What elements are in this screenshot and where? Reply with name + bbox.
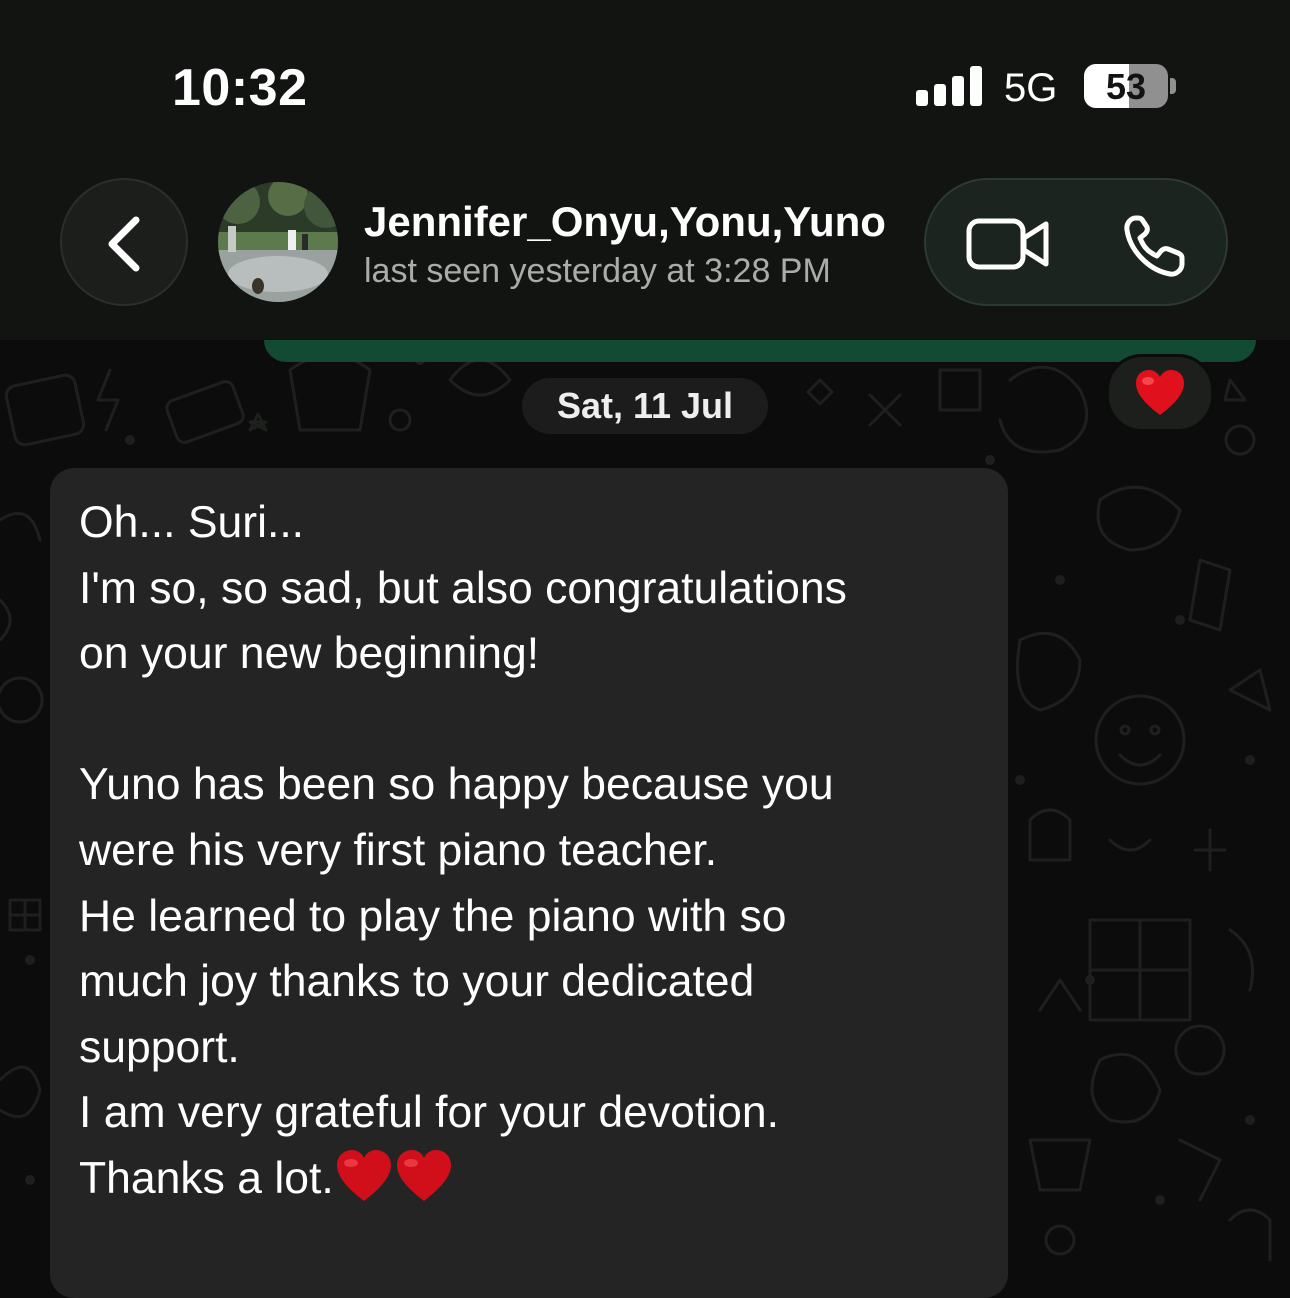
contact-avatar[interactable] bbox=[218, 182, 338, 302]
avatar-photo bbox=[218, 182, 338, 302]
red-heart-icon bbox=[396, 1149, 451, 1201]
message-reaction[interactable] bbox=[1106, 354, 1214, 432]
battery-cap bbox=[1170, 78, 1176, 94]
message-line: support. bbox=[79, 1022, 240, 1072]
contact-name[interactable]: Jennifer_Onyu,Yonu,Yuno bbox=[364, 198, 886, 246]
back-button[interactable] bbox=[60, 178, 188, 306]
call-actions bbox=[924, 178, 1228, 306]
red-heart-icon bbox=[1136, 370, 1184, 415]
message-line: on your new beginning! bbox=[79, 629, 540, 679]
message-line: Oh... Suri... bbox=[79, 498, 305, 547]
network-type: 5G bbox=[1004, 66, 1058, 110]
red-heart-icon bbox=[336, 1149, 391, 1201]
battery-percent: 53 bbox=[1105, 66, 1147, 107]
signal-strength-icon bbox=[916, 66, 982, 106]
message-line: I'm so, so sad, but also congratulations bbox=[79, 563, 847, 613]
heart-emoji-pair bbox=[334, 1149, 454, 1203]
battery-icon: 53 bbox=[1084, 64, 1168, 108]
message-line: He learned to play the piano with so bbox=[79, 891, 787, 941]
last-seen-status: last seen yesterday at 3:28 PM bbox=[364, 252, 831, 290]
incoming-message-bubble[interactable]: Oh... Suri... I'm so, so sad, but also c… bbox=[50, 468, 1008, 1298]
phone-icon[interactable] bbox=[1122, 214, 1190, 278]
message-line: Yuno has been so happy because you bbox=[79, 760, 834, 810]
message-line: Thanks a lot. bbox=[79, 1153, 334, 1203]
chat-header: 10:32 5G 53 Jennifer_Onyu,Yonu,Yuno last… bbox=[0, 0, 1290, 340]
video-camera-icon[interactable] bbox=[966, 216, 1050, 272]
status-time: 10:32 bbox=[172, 59, 308, 117]
message-text: Oh... Suri... I'm so, so sad, but also c… bbox=[79, 490, 989, 1212]
message-line: I am very grateful for your devotion. bbox=[79, 1088, 779, 1138]
message-line: much joy thanks to your dedicated bbox=[79, 957, 755, 1007]
message-line: were his very first piano teacher. bbox=[79, 825, 718, 875]
date-separator: Sat, 11 Jul bbox=[522, 378, 768, 434]
chevron-left-icon bbox=[108, 216, 140, 272]
